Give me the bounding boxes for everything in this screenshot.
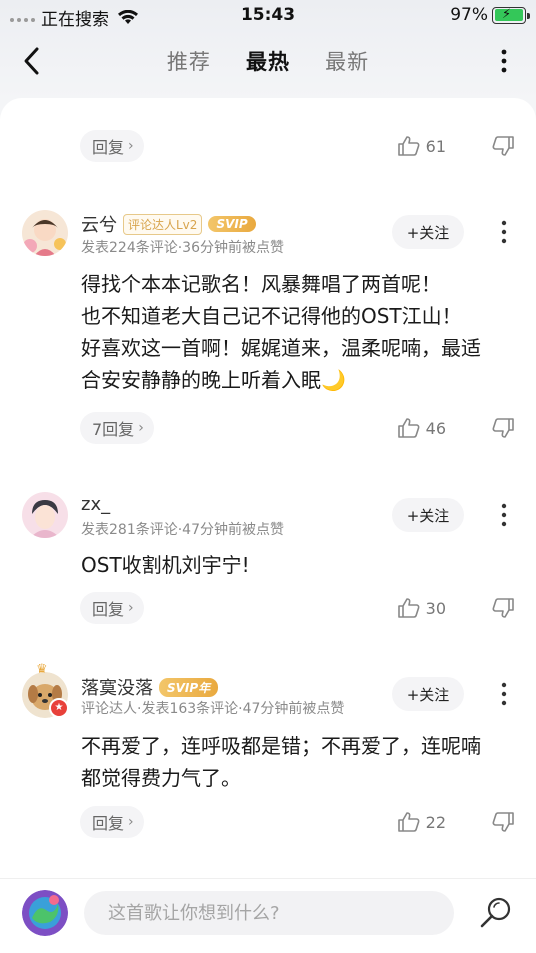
follow-button[interactable]: +关注	[392, 215, 464, 249]
comment-input[interactable]	[84, 891, 454, 935]
vip-badge-icon: ★	[49, 698, 69, 718]
thumbs-down-icon[interactable]	[492, 136, 514, 156]
chevron-right-icon: ›	[128, 600, 134, 616]
comment-text: OST收割机刘宇宁!	[81, 553, 250, 577]
comment-list[interactable]: 回复 › 61 云兮 评论达人Lv2 SVIP 发表224条评论·36分钟前被点赞…	[0, 98, 536, 878]
like-button[interactable]: 22	[397, 812, 446, 832]
more-options-icon[interactable]	[496, 681, 512, 707]
user-info-row: 云兮 评论达人Lv2 SVIP	[81, 211, 256, 237]
like-count: 61	[425, 136, 446, 156]
tab-hottest[interactable]: 最热	[246, 46, 290, 76]
comment-meta: 评论达人·发表163条评论·47分钟前被点赞	[81, 701, 345, 717]
level-badge: 评论达人Lv2	[123, 213, 203, 235]
follow-button[interactable]: +关注	[392, 498, 464, 532]
thumbs-down-icon[interactable]	[492, 812, 514, 832]
more-options-icon[interactable]	[496, 502, 512, 528]
my-avatar[interactable]	[22, 890, 68, 936]
battery-percent: 97%	[450, 5, 488, 25]
avatar[interactable]	[22, 492, 68, 538]
comment-meta: 发表224条评论·36分钟前被点赞	[81, 240, 284, 256]
comment-text: 得找个本本记歌名！风暴舞唱了两首呢！ 也不知道老大自己记不记得他的OST江山！ …	[81, 272, 481, 392]
reply-button[interactable]: 回复 ›	[80, 592, 144, 624]
status-bar: 正在搜索 15:43 97% ⚡	[0, 0, 536, 30]
tab-bar: 推荐 最热 最新	[0, 46, 536, 76]
comment-input-bar	[0, 878, 536, 953]
reply-label: 回复	[92, 814, 125, 833]
like-count: 30	[425, 598, 446, 618]
username[interactable]: 落寞没落	[81, 674, 153, 700]
like-count: 22	[425, 812, 446, 832]
tab-recommend[interactable]: 推荐	[167, 46, 211, 76]
username[interactable]: zx_	[81, 494, 110, 515]
chevron-right-icon: ›	[128, 138, 134, 154]
svip-badge: SVIP年	[159, 677, 219, 697]
thumbs-up-icon	[397, 598, 420, 618]
user-info-row: 落寞没落 SVIP年	[81, 674, 219, 700]
reply-label: 回复	[92, 600, 125, 619]
like-button[interactable]: 30	[397, 598, 446, 618]
comment-text: 不再爱了，连呼吸都是错；不再爱了，连呢喃 都觉得费力气了。	[81, 734, 481, 790]
avatar[interactable]: ♛ ★	[22, 662, 69, 718]
more-options-icon[interactable]	[496, 219, 512, 245]
thumbs-down-icon[interactable]	[492, 598, 514, 618]
like-button[interactable]: 46	[397, 418, 446, 438]
battery-area: 97% ⚡	[450, 5, 530, 25]
battery-icon: ⚡	[492, 6, 530, 24]
follow-button[interactable]: +关注	[392, 677, 464, 711]
top-nav: 推荐 最热 最新	[0, 38, 536, 84]
comment-meta: 发表281条评论·47分钟前被点赞	[81, 522, 284, 538]
reply-button[interactable]: 回复 ›	[80, 130, 144, 162]
thumbs-up-icon	[397, 136, 420, 156]
svip-badge: SVIP	[208, 216, 256, 232]
vip-crown-icon: ♛	[36, 662, 48, 677]
thumbs-down-icon[interactable]	[492, 418, 514, 438]
chevron-right-icon: ›	[138, 420, 144, 436]
like-button[interactable]: 61	[397, 136, 446, 156]
search-icon[interactable]	[478, 895, 514, 931]
reply-button[interactable]: 回复 ›	[80, 806, 144, 838]
tab-newest[interactable]: 最新	[325, 46, 369, 76]
user-info-row: zx_	[81, 494, 110, 515]
charging-icon: ⚡	[502, 6, 512, 22]
username[interactable]: 云兮	[81, 211, 117, 237]
chevron-right-icon: ›	[128, 814, 134, 830]
reply-label: 7回复	[92, 420, 135, 439]
thumbs-up-icon	[397, 418, 420, 438]
reply-label: 回复	[92, 138, 125, 157]
avatar[interactable]	[22, 210, 68, 256]
reply-button[interactable]: 7回复 ›	[80, 412, 154, 444]
like-count: 46	[425, 418, 446, 438]
thumbs-up-icon	[397, 812, 420, 832]
more-options-icon[interactable]	[492, 46, 516, 76]
